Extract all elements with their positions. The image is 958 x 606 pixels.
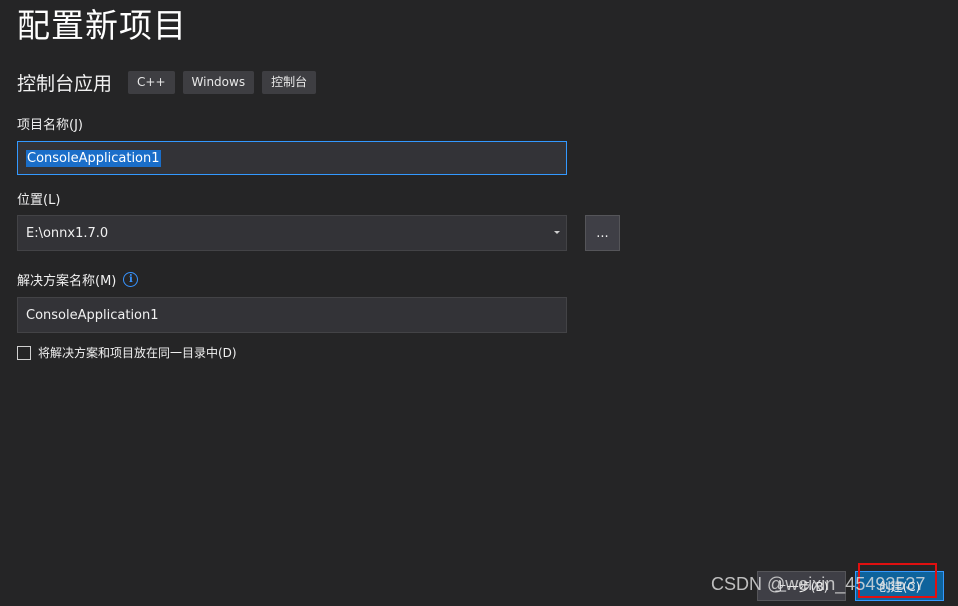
solution-name-label: 解决方案名称(M)	[17, 274, 117, 289]
solution-name-value: ConsoleApplication1	[26, 307, 159, 323]
info-icon[interactable]: i	[123, 272, 139, 287]
same-directory-option[interactable]: 将解决方案和项目放在同一目录中(D)	[17, 344, 237, 361]
tag-project-type: 控制台	[262, 70, 317, 94]
page-title: 配置新项目	[17, 6, 187, 45]
project-name-input[interactable]: ConsoleApplication1	[17, 141, 567, 175]
tag-platform: Windows	[182, 70, 255, 94]
template-summary: 控制台应用 C++ Windows 控制台	[17, 68, 324, 96]
solution-name-label-row: 解决方案名称(M) i	[17, 270, 139, 289]
project-name-value: ConsoleApplication1	[26, 149, 161, 167]
solution-name-input[interactable]: ConsoleApplication1	[17, 297, 567, 333]
location-combobox[interactable]: E:\onnx1.7.0	[17, 215, 567, 251]
location-value: E:\onnx1.7.0	[26, 225, 109, 241]
project-name-label: 项目名称(J)	[17, 118, 83, 133]
location-label: 位置(L)	[17, 193, 61, 208]
same-directory-checkbox[interactable]	[17, 345, 31, 360]
configure-project-dialog: 配置新项目 控制台应用 C++ Windows 控制台 项目名称(J) Cons…	[0, 0, 958, 606]
browse-button[interactable]: ...	[585, 215, 620, 251]
template-name: 控制台应用	[17, 72, 113, 95]
tag-language: C++	[128, 70, 175, 94]
same-directory-label: 将解决方案和项目放在同一目录中(D)	[38, 346, 237, 360]
watermark: CSDN @weixin_45493537	[711, 574, 926, 594]
chevron-down-icon[interactable]	[554, 231, 560, 234]
